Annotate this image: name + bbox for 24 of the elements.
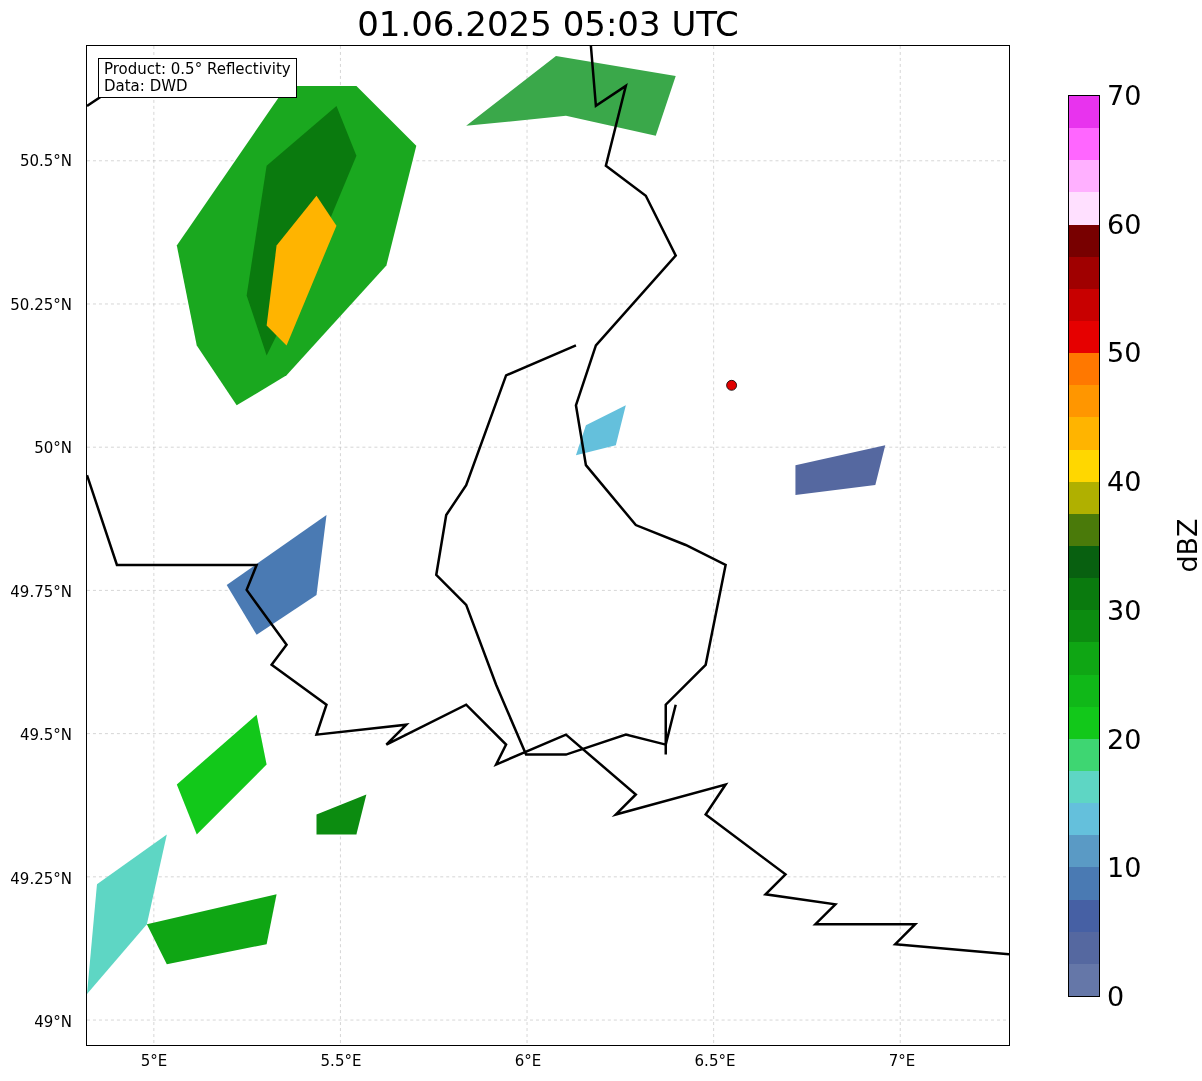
colorbar-tick-label: 60 [1107, 209, 1142, 240]
colorbar-tick-label: 50 [1107, 338, 1142, 369]
colorbar-tick-label: 70 [1107, 81, 1142, 111]
longitude-label: 5.5°E [320, 1052, 362, 1070]
colorbar-tick-label: 10 [1107, 853, 1142, 884]
latitude-label: 49.5°N [19, 726, 73, 744]
chart-title: 01.06.2025 05:03 UTC [356, 4, 740, 44]
latitude-label: 50°N [34, 439, 73, 457]
longitude-label: 7°E [888, 1052, 916, 1070]
latitude-label: 50.25°N [10, 295, 73, 314]
info-text: Product: 0.5° Reflectivity [104, 61, 291, 78]
colorbar-label: dBZ [1171, 518, 1202, 573]
info-text: Data: DWD [104, 78, 189, 95]
colorbar-tick-label: 40 [1107, 467, 1142, 498]
latitude-label: 50.5°N [19, 152, 73, 170]
colorbar-tick-label: 20 [1107, 724, 1142, 755]
latitude-label: 49°N [34, 1013, 73, 1031]
colorbar-tick-label: 30 [1107, 595, 1142, 626]
longitude-label: 6°E [514, 1052, 542, 1070]
longitude-label: 6.5°E [694, 1052, 736, 1070]
longitude-label: 5°E [140, 1052, 168, 1070]
latitude-label: 49.25°N [10, 869, 73, 888]
colorbar-tick-label: 0 [1107, 982, 1125, 1012]
latitude-label: 49.75°N [10, 582, 73, 601]
